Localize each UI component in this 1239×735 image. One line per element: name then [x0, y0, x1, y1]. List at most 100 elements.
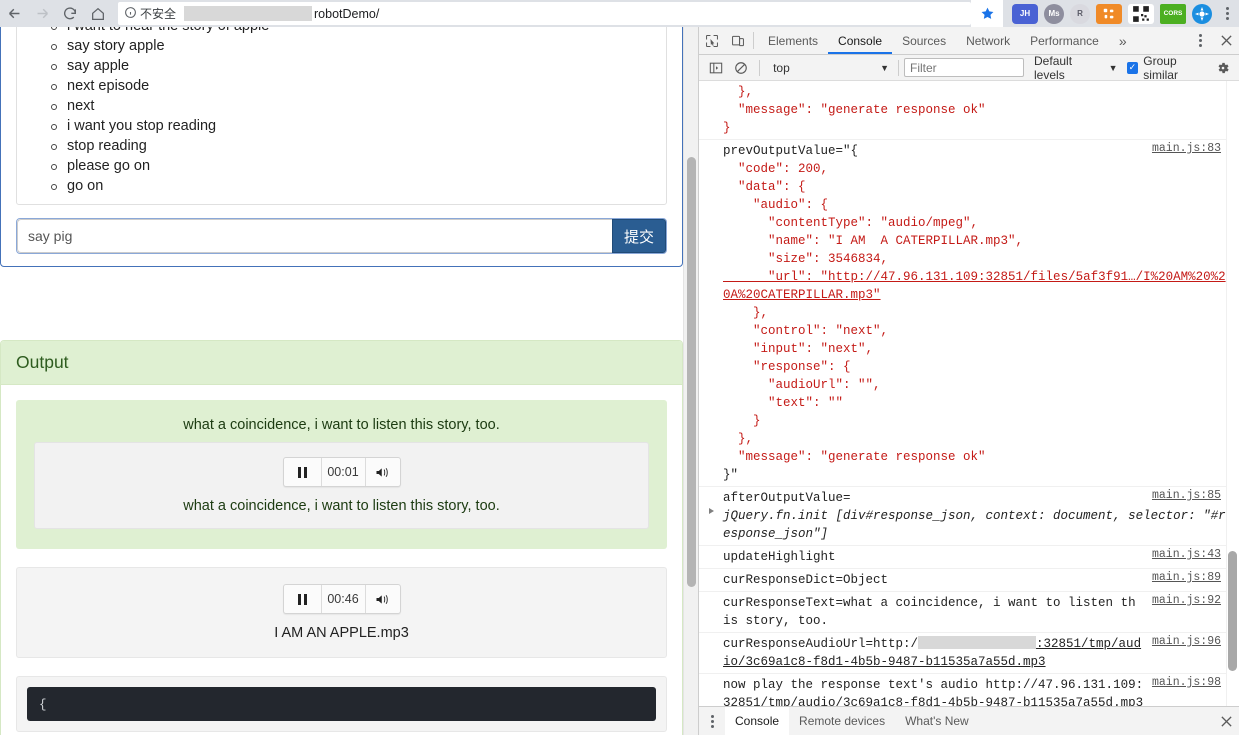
console-scrollbar-thumb[interactable] — [1228, 551, 1237, 671]
console-row-afteroutputvalue[interactable]: main.js:85 afterOutputValue= jQuery.fn.i… — [699, 487, 1226, 546]
extension-qrcode-icon[interactable] — [1128, 3, 1154, 24]
browser-menu-icon[interactable] — [1215, 0, 1239, 27]
console-row-source[interactable]: main.js:98 — [1152, 676, 1221, 689]
after-output-detail: jQuery.fn.init [div#response_json, conte… — [723, 509, 1226, 541]
caret-down-icon: ▼ — [880, 62, 890, 73]
file-audio-caption: I AM AN APPLE.mp3 — [274, 625, 409, 641]
inspect-element-icon[interactable] — [699, 27, 725, 54]
page-scrollbar-track[interactable] — [683, 27, 698, 735]
audio-player[interactable]: 00:01 — [282, 457, 401, 487]
console-levels-select[interactable]: Default levels ▼ — [1034, 54, 1118, 82]
page-viewport: Input Example i want to hear the story o… — [0, 27, 698, 735]
prev-line-15: }, — [723, 432, 754, 446]
expand-arrow-icon[interactable] — [709, 508, 714, 514]
tab-sources[interactable]: Sources — [892, 27, 956, 54]
json-line-1: { — [39, 698, 47, 712]
prev-line-9: "control": "next", — [723, 324, 889, 338]
url-text: robotDemo/ — [314, 6, 380, 21]
clear-console-icon[interactable] — [729, 61, 755, 75]
extension-react-icon[interactable]: R — [1070, 3, 1090, 24]
console-toolbar: top ▼ Default levels ▼ ✓ Group similar — [699, 54, 1239, 82]
home-icon[interactable] — [84, 0, 112, 27]
tab-performance[interactable]: Performance — [1020, 27, 1109, 54]
console-row-prevoutputvalue[interactable]: main.js:83 prevOutputValue="{ "code": 20… — [699, 140, 1226, 487]
console-filter-input[interactable] — [904, 58, 1025, 77]
json-tail-line-1: }, — [723, 85, 754, 99]
more-tabs-icon[interactable]: » — [1109, 27, 1137, 54]
volume-icon[interactable] — [366, 458, 400, 486]
device-toolbar-icon[interactable] — [725, 27, 751, 54]
drawer-tab-whats-new[interactable]: What's New — [895, 707, 979, 735]
console-row-text: curResponseText=what a coincidence, i wa… — [723, 596, 1136, 628]
security-chip[interactable]: 不安全 — [124, 5, 176, 22]
console-scrollbar-track[interactable] — [1226, 81, 1239, 706]
example-list-box: i want to hear the story of apple say st… — [16, 27, 667, 205]
prev-line-0: prevOutputValue="{ — [723, 144, 859, 158]
drawer-menu-icon[interactable] — [699, 707, 725, 735]
volume-icon[interactable] — [366, 585, 400, 613]
console-row-source[interactable]: main.js:85 — [1152, 489, 1221, 502]
extension-ms-icon[interactable]: Ms — [1044, 3, 1064, 24]
list-item: say apple — [51, 56, 666, 76]
say-input[interactable] — [17, 219, 612, 253]
tab-console[interactable]: Console — [828, 27, 892, 54]
extension-orange-icon[interactable] — [1096, 3, 1122, 24]
tabbar-spacer — [1137, 27, 1187, 54]
console-row-curresponsetext[interactable]: main.js:92 curResponseText=what a coinci… — [699, 592, 1226, 633]
drawer-tab-remote-devices[interactable]: Remote devices — [789, 707, 895, 735]
console-row-updatehighlight[interactable]: main.js:43 updateHighlight — [699, 546, 1226, 569]
devtools-more-options-icon[interactable] — [1187, 27, 1213, 54]
prev-line-14: } — [723, 414, 761, 428]
url-redaction-block — [918, 636, 1037, 649]
console-row-nowplay[interactable]: main.js:98 now play the response text's … — [699, 674, 1226, 706]
drawer-close-icon[interactable] — [1213, 707, 1239, 735]
back-icon[interactable] — [0, 0, 28, 27]
prev-line-2: "data": { — [723, 180, 806, 194]
extension-jh-icon[interactable]: JH — [1012, 3, 1038, 24]
reload-icon[interactable] — [56, 0, 84, 27]
devtools-tabbar: Elements Console Sources Network Perform… — [699, 27, 1239, 55]
console-row-source[interactable]: main.js:96 — [1152, 635, 1221, 648]
pause-icon[interactable] — [284, 585, 322, 613]
prev-line-1: "code": 200, — [723, 162, 829, 176]
group-similar-toggle[interactable]: ✓ Group similar — [1126, 54, 1214, 82]
input-example-panel: Input Example i want to hear the story o… — [0, 27, 683, 267]
extension-cors-icon[interactable]: CORS — [1160, 3, 1186, 24]
browser-toolbar: 不安全 robotDemo/ JH Ms R CORS — [0, 0, 1239, 27]
extension-blue-icon[interactable] — [1192, 3, 1212, 24]
checkbox-checked-icon[interactable]: ✓ — [1126, 61, 1139, 74]
audiourl-prefix: curResponseAudioUrl=http:/ — [723, 637, 919, 651]
console-row-source[interactable]: main.js:89 — [1152, 571, 1221, 584]
response-audio-caption: what a coincidence, i want to listen thi… — [183, 498, 500, 514]
console-sidebar-icon[interactable] — [703, 61, 729, 75]
gear-icon[interactable] — [1213, 61, 1233, 75]
tab-network[interactable]: Network — [956, 27, 1020, 54]
audio-player[interactable]: 00:46 — [282, 584, 401, 614]
submit-button[interactable]: 提交 — [612, 219, 666, 253]
drawer-tab-console[interactable]: Console — [725, 707, 790, 735]
url-redaction-block — [184, 6, 313, 21]
prev-line-10: "input": "next", — [723, 342, 874, 356]
bookmark-star-icon[interactable] — [971, 0, 1003, 27]
console-row-json-tail[interactable]: }, "message": "generate response ok" } — [699, 81, 1226, 140]
prev-line-7-url[interactable]: "url": "http://47.96.131.109:32851/files… — [723, 270, 1226, 302]
devtools-close-icon[interactable] — [1213, 27, 1239, 54]
list-item: i want you stop reading — [51, 116, 666, 136]
console-row-source[interactable]: main.js:83 — [1152, 142, 1221, 155]
console-row-source[interactable]: main.js:43 — [1152, 548, 1221, 561]
file-audio-wrap: 00:46 I AM AN APPLE.mp3 — [16, 567, 667, 658]
pause-icon[interactable] — [284, 458, 322, 486]
devtools-panel: Elements Console Sources Network Perform… — [698, 27, 1239, 735]
console-context-select[interactable]: top ▼ — [769, 58, 893, 77]
example-list: i want to hear the story of apple say st… — [17, 27, 666, 196]
console-context-value: top — [773, 60, 790, 75]
address-bar[interactable]: 不安全 robotDemo/ — [118, 2, 971, 25]
console-row-source[interactable]: main.js:92 — [1152, 594, 1221, 607]
console-row-curresponseaudiourl[interactable]: main.js:96 curResponseAudioUrl=http:/:32… — [699, 633, 1226, 674]
page-scrollbar-thumb[interactable] — [687, 157, 696, 587]
caret-down-icon: ▼ — [1108, 62, 1118, 73]
json-output-pre: { — [27, 687, 656, 721]
console-row-text: updateHighlight — [723, 550, 836, 564]
console-row-curresponsedict[interactable]: main.js:89 curResponseDict=Object — [699, 569, 1226, 592]
tab-elements[interactable]: Elements — [758, 27, 828, 54]
